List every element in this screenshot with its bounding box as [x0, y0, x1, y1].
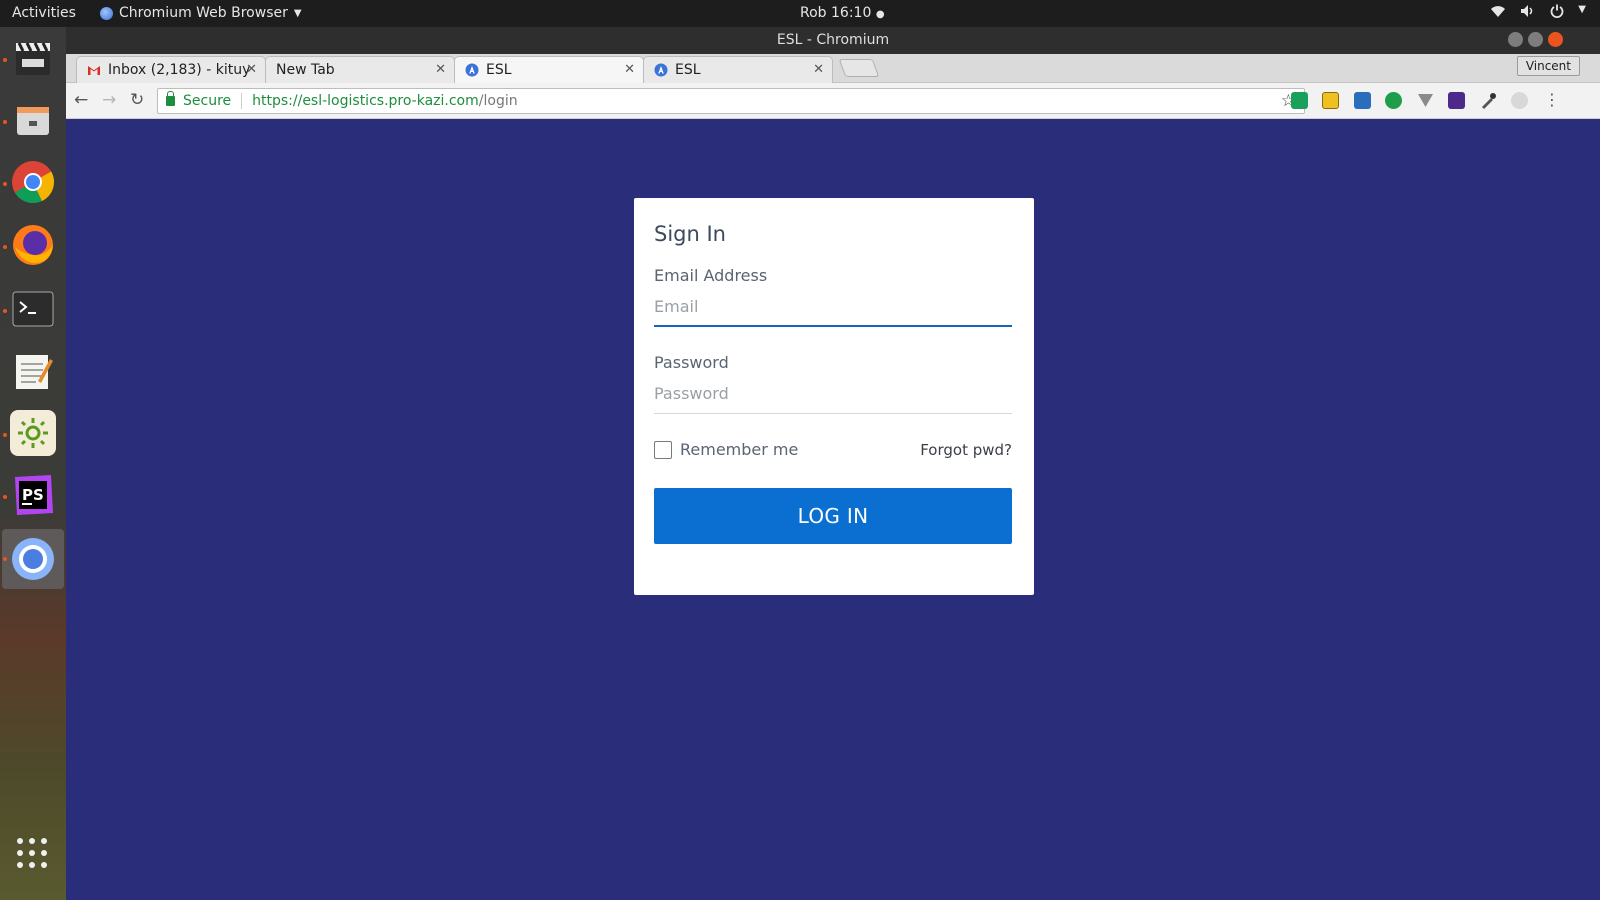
back-icon[interactable]: ←	[74, 90, 88, 110]
files-icon[interactable]	[10, 97, 56, 143]
chevron-down-icon: ▼	[293, 7, 302, 19]
tab-new-tab[interactable]: New Tab ✕	[265, 56, 455, 83]
app-menu-label: Chromium Web Browser	[119, 5, 288, 21]
extension-toolbox-icon[interactable]	[1354, 92, 1371, 109]
phpstorm-icon[interactable]: PS	[10, 472, 56, 518]
email-field[interactable]: Email	[654, 295, 1012, 327]
remember-checkbox[interactable]	[654, 440, 672, 459]
new-tab-button[interactable]	[838, 59, 880, 77]
close-icon[interactable]: ✕	[246, 62, 257, 77]
reload-icon[interactable]: ↻	[130, 90, 144, 110]
running-indicator	[3, 557, 7, 561]
maximize-icon[interactable]	[1528, 32, 1543, 47]
close-icon[interactable]	[1548, 32, 1563, 47]
extension-vue-icon[interactable]	[1417, 92, 1434, 109]
ubuntu-dock: PS	[0, 27, 66, 900]
extension-flag-icon[interactable]	[1291, 92, 1308, 109]
running-indicator	[3, 58, 7, 62]
extension-mail-icon[interactable]	[1448, 92, 1465, 109]
running-indicator	[3, 495, 7, 499]
url-host: https://esl-logistics.pro-kazi.com	[252, 93, 479, 109]
close-icon[interactable]: ✕	[435, 62, 446, 77]
running-indicator	[3, 245, 7, 249]
notification-dot-icon: ●	[875, 9, 885, 20]
clapperboard-icon[interactable]	[10, 35, 56, 81]
running-indicator	[3, 182, 7, 186]
minimize-icon[interactable]	[1508, 32, 1523, 47]
tab-gmail[interactable]: Inbox (2,183) - kituy ✕	[76, 56, 266, 83]
forward-icon[interactable]: →	[102, 90, 116, 110]
tab-label: ESL	[486, 62, 512, 78]
extension-js-icon[interactable]	[1322, 92, 1339, 109]
chromium-globe-icon	[100, 6, 113, 20]
remember-me[interactable]: Remember me	[654, 440, 798, 459]
chromium-icon[interactable]	[2, 529, 64, 589]
chevron-down-icon: ▼	[1578, 4, 1586, 15]
omnibox[interactable]: Secure https://esl-logistics.pro-kazi.co…	[157, 88, 1305, 114]
remember-row: Remember me Forgot pwd?	[654, 440, 1012, 459]
email-label: Email Address	[654, 266, 768, 285]
close-icon[interactable]: ✕	[624, 62, 635, 77]
settings-sun-icon[interactable]	[10, 410, 56, 456]
sign-in-card: Sign In Email Address Email Password Pas…	[634, 198, 1034, 595]
tab-label: ESL	[675, 62, 701, 78]
show-applications-icon[interactable]	[17, 838, 49, 870]
extension-disabled-icon[interactable]	[1511, 92, 1528, 109]
profile-button[interactable]: Vincent	[1516, 56, 1580, 76]
gmail-icon	[88, 66, 100, 75]
forgot-password-link[interactable]: Forgot pwd?	[920, 441, 1012, 459]
extension-eyedropper-icon[interactable]	[1480, 92, 1497, 109]
tab-esl-active[interactable]: ESL ✕	[454, 56, 644, 83]
firefox-icon[interactable]	[10, 222, 56, 268]
remember-label: Remember me	[680, 440, 799, 459]
menu-kebab-icon[interactable]: ⋮	[1544, 90, 1560, 109]
browser-toolbar: ← → ↻ Secure https://esl-logistics.pro-k…	[66, 83, 1600, 119]
wifi-icon	[1490, 4, 1506, 22]
login-button[interactable]: LOG IN	[654, 488, 1012, 544]
angular-icon	[465, 63, 479, 77]
tab-label: Inbox (2,183) - kituy	[108, 62, 251, 78]
url-path: /login	[478, 93, 518, 109]
lock-icon	[166, 91, 175, 106]
password-field[interactable]: Password	[654, 382, 1012, 414]
app-menu[interactable]: Chromium Web Browser ▼	[100, 5, 302, 21]
page-content: Sign In Email Address Email Password Pas…	[66, 120, 1600, 900]
gnome-top-bar: Activities Chromium Web Browser ▼ Rob 16…	[0, 0, 1600, 27]
activities-button[interactable]: Activities	[12, 5, 76, 21]
clock[interactable]: Rob 16:10 ●	[800, 5, 885, 21]
clock-label: Rob 16:10	[800, 5, 872, 21]
svg-text:PS: PS	[22, 486, 44, 504]
secure-label: Secure	[183, 93, 243, 109]
tab-strip: Inbox (2,183) - kituy ✕ New Tab ✕ ESL ✕ …	[66, 54, 1600, 83]
power-icon	[1550, 4, 1564, 22]
terminal-icon[interactable]	[10, 286, 56, 332]
angular-icon	[654, 63, 668, 77]
page-title: Sign In	[654, 222, 726, 246]
window-title: ESL - Chromium	[66, 27, 1600, 54]
tab-esl[interactable]: ESL ✕	[643, 56, 833, 83]
running-indicator	[3, 309, 7, 313]
close-icon[interactable]: ✕	[813, 62, 824, 77]
tab-label: New Tab	[276, 62, 335, 78]
password-label: Password	[654, 353, 729, 372]
chrome-icon[interactable]	[10, 159, 56, 205]
text-editor-icon[interactable]	[10, 348, 56, 394]
volume-icon	[1520, 4, 1536, 22]
running-indicator	[3, 120, 7, 124]
system-tray[interactable]: ▼	[1490, 4, 1586, 22]
extension-grammarly-icon[interactable]	[1385, 92, 1402, 109]
running-indicator	[3, 433, 7, 437]
